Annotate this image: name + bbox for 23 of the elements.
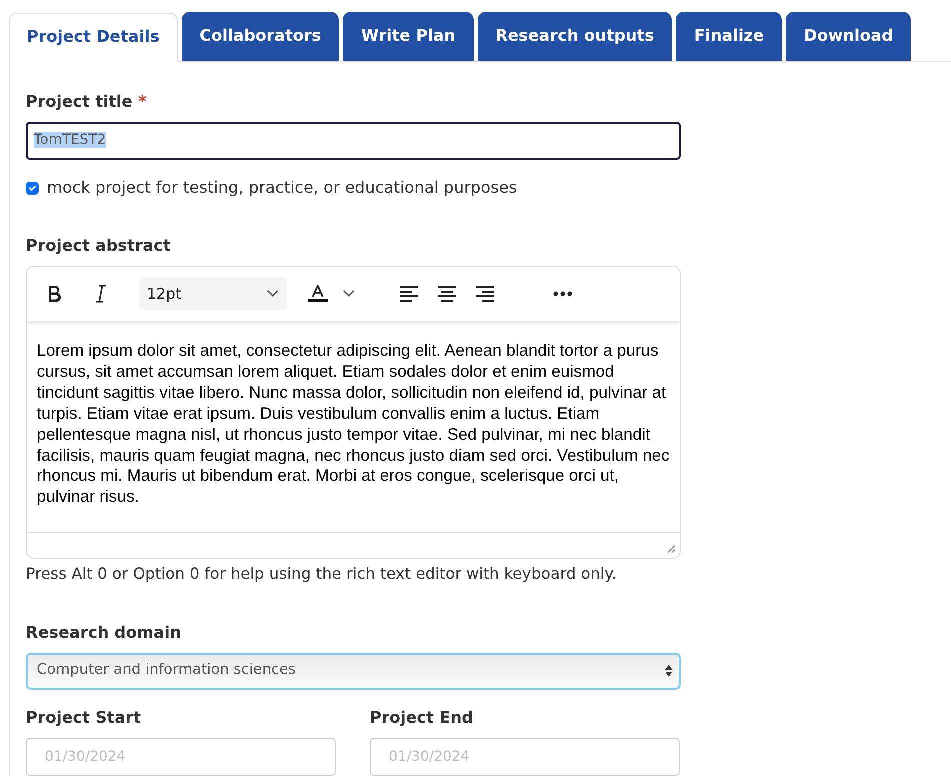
tab[interactable]: Collaborators [182, 12, 340, 61]
required-mark: * [138, 92, 147, 111]
tab[interactable]: Project Details [9, 13, 178, 62]
rich-text-editor[interactable] [26, 266, 681, 560]
date-label: Project End [370, 708, 474, 726]
mock-checkbox[interactable] [26, 182, 39, 194]
tab[interactable]: Write Plan [343, 12, 474, 61]
research-domain-label: Research domain [26, 622, 182, 642]
select-arrows-icon [665, 664, 673, 678]
font-size-dropdown[interactable]: 12pt [139, 278, 287, 310]
tab[interactable]: Download [786, 12, 912, 61]
abstract-label: Project abstract [26, 236, 171, 255]
title-label: Project title [26, 92, 133, 111]
resize-handle-icon[interactable] [666, 544, 676, 554]
tab[interactable]: Finalize [676, 12, 782, 61]
mock-checkbox-label[interactable]: mock project for testing, practice, or educational purposes [47, 176, 518, 200]
abstract-text: Lorem ipsum dolor sit amet, consectetur adipiscing elit. Aenean blandit tortor a purus cursus, sit amet accumsan lorem aliquet. Etiam sodales dolor et enim euismod tincidunt sagittis vitae libero. Nunc massa dolor, sollicitudin non eleifend id, pulvinar at turpis. Etiam vitae erat ipsum. Duis vestibulum convallis enim a luctus. Etiam pellentesque magna nisl, ut rhoncus justo tempor vitae. Sed pulvinar, mi nec blandit facilisis, mauris quam feugiat magna, nec rhoncus justo diam sed orci. Vestibulum nec rhoncus mi. Mauris ut bibendum erat. Morbi at eros congue, scelerisque orci ut, pulvinar risus. [36, 340, 671, 508]
title-field[interactable]: TomTEST2 [26, 122, 681, 160]
chevron-icon [267, 290, 279, 298]
research-domain-select[interactable]: Computer and information sciences [26, 652, 681, 690]
tab[interactable]: Research outputs [478, 12, 672, 61]
date-label: Project Start [26, 708, 142, 726]
editor-help-text: Press Alt 0 or Option 0 for help using the rich text editor with keyboard only. [26, 564, 618, 586]
